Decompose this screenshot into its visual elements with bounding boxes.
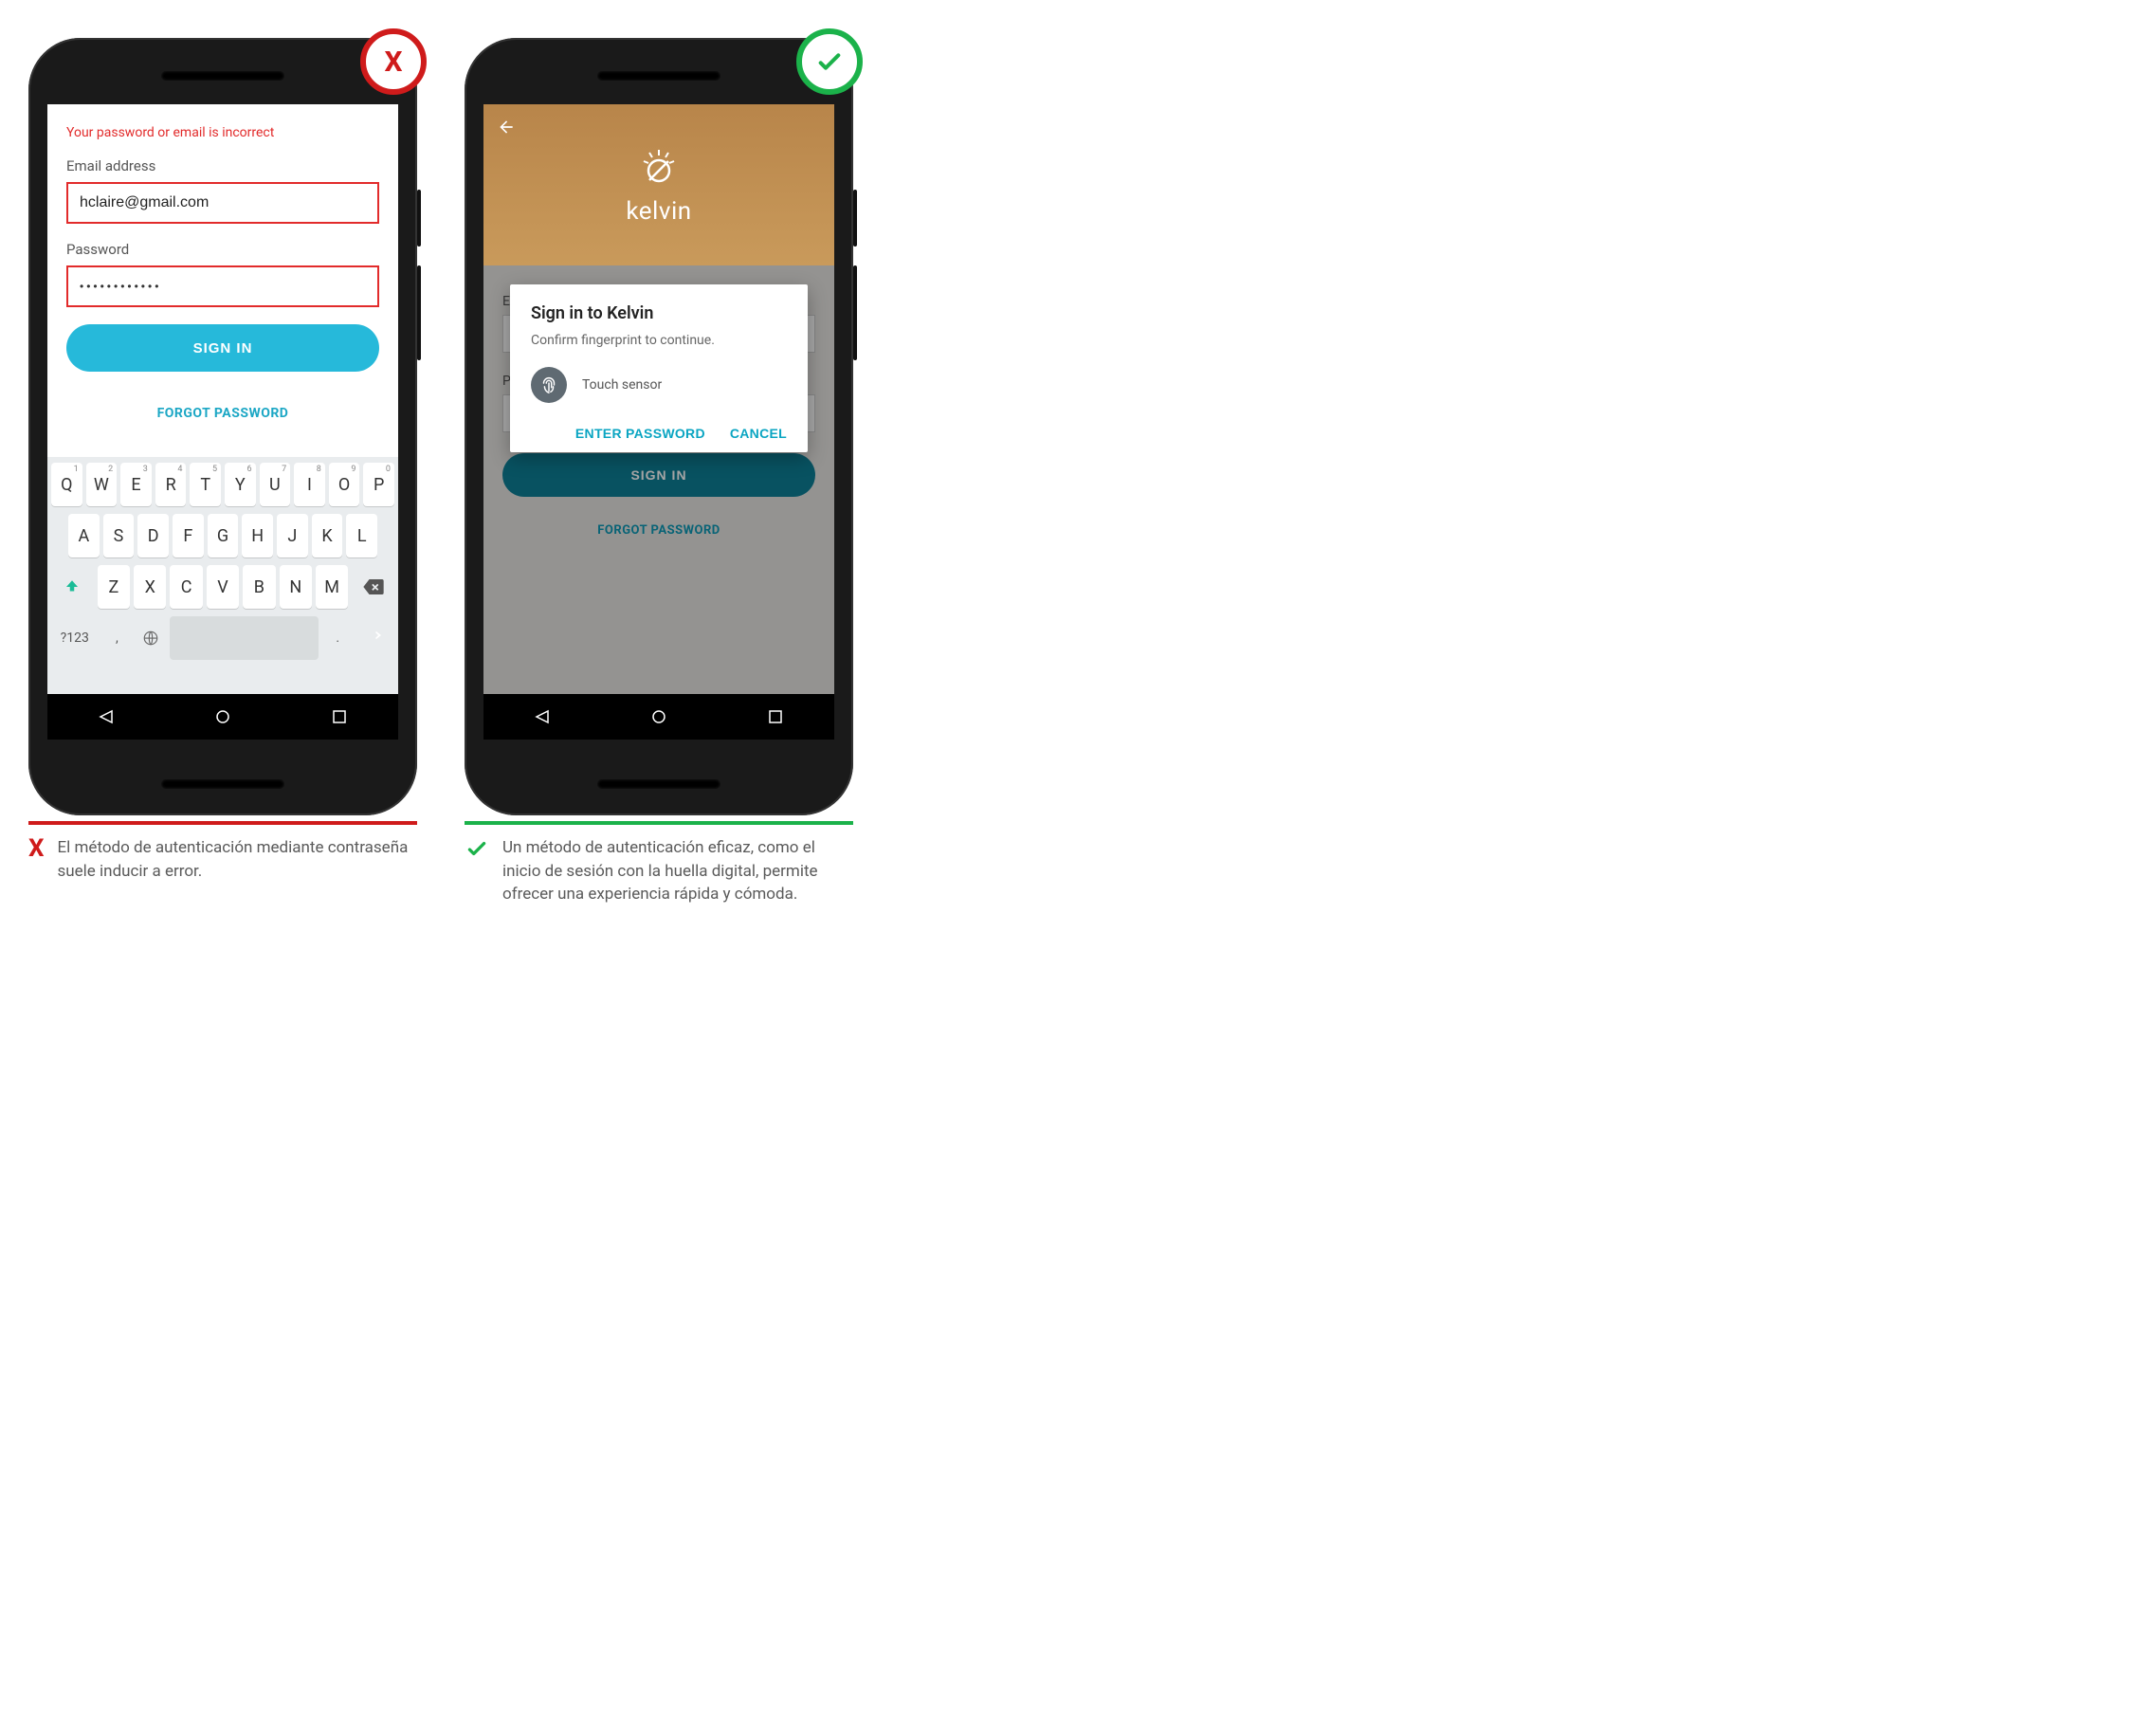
nav-recent-icon[interactable] [768, 709, 783, 724]
key-comma[interactable]: , [102, 616, 133, 660]
key-k[interactable]: K [312, 514, 343, 557]
key-c[interactable]: C [170, 565, 202, 609]
key-f[interactable]: F [173, 514, 204, 557]
do-badge-icon [796, 28, 863, 95]
caption-dont: X El método de autenticación mediante co… [28, 836, 417, 883]
password-field[interactable] [66, 265, 379, 307]
dialog-subtitle: Confirm fingerprint to continue. [531, 333, 787, 348]
key-y[interactable]: Y6 [225, 463, 256, 506]
key-a[interactable]: A [68, 514, 100, 557]
soft-keyboard[interactable]: Q1 W2 E3 R4 T5 Y6 U7 I8 O9 P0 A S D F G [47, 457, 398, 694]
key-u[interactable]: U7 [260, 463, 291, 506]
brand-name: kelvin [626, 197, 691, 226]
key-symbols[interactable]: ?123 [51, 616, 99, 660]
key-j[interactable]: J [277, 514, 308, 557]
phone-side-button [853, 265, 857, 360]
screen-fingerprint: kelvin Email address Password SIGN IN FO… [483, 104, 834, 740]
key-backspace-icon[interactable] [352, 565, 394, 609]
key-n[interactable]: N [280, 565, 312, 609]
nav-back-icon[interactable] [99, 709, 114, 724]
key-enter-icon[interactable] [356, 616, 394, 654]
key-h[interactable]: H [242, 514, 273, 557]
email-label: Email address [66, 157, 379, 174]
check-icon [465, 836, 489, 866]
phone-speaker-icon [597, 779, 720, 789]
dialog-title: Sign in to Kelvin [531, 303, 787, 323]
dont-badge-icon: X [360, 28, 427, 95]
back-arrow-icon[interactable] [497, 118, 516, 141]
signin-button[interactable]: SIGN IN [66, 324, 379, 372]
caption-do: Un método de autenticación eficaz, como … [465, 836, 853, 906]
example-dont: X Your password or email is incorrect Em… [28, 38, 417, 883]
enter-password-button[interactable]: ENTER PASSWORD [575, 426, 705, 441]
key-spacebar[interactable] [170, 616, 319, 660]
key-shift-icon[interactable] [51, 565, 94, 609]
email-field[interactable] [66, 182, 379, 224]
touch-sensor-label: Touch sensor [582, 377, 662, 393]
key-d[interactable]: D [137, 514, 169, 557]
key-v[interactable]: V [207, 565, 239, 609]
error-message: Your password or email is incorrect [66, 125, 379, 140]
fingerprint-icon[interactable] [531, 367, 567, 403]
key-globe-icon[interactable] [136, 616, 166, 660]
key-x[interactable]: X [134, 565, 166, 609]
forgot-password-link[interactable]: FORGOT PASSWORD [66, 406, 379, 421]
phone-side-button [417, 190, 421, 247]
key-r[interactable]: R4 [155, 463, 187, 506]
phone-speaker-icon [161, 779, 284, 789]
phone-side-button [853, 190, 857, 247]
key-b[interactable]: B [243, 565, 275, 609]
phone-speaker-icon [597, 71, 720, 81]
screen-login-error: Your password or email is incorrect Emai… [47, 104, 398, 740]
key-m[interactable]: M [316, 565, 348, 609]
key-p[interactable]: P0 [363, 463, 394, 506]
phone-frame-left: Your password or email is incorrect Emai… [28, 38, 417, 815]
phone-speaker-icon [161, 71, 284, 81]
key-q[interactable]: Q1 [51, 463, 82, 506]
android-navbar [47, 694, 398, 740]
phone-side-button [417, 265, 421, 360]
key-i[interactable]: I8 [294, 463, 325, 506]
app-hero: kelvin [483, 104, 834, 265]
example-do: kelvin Email address Password SIGN IN FO… [465, 38, 853, 906]
nav-home-icon[interactable] [651, 709, 666, 724]
key-o[interactable]: O9 [329, 463, 360, 506]
nav-recent-icon[interactable] [332, 709, 347, 724]
key-w[interactable]: W2 [86, 463, 118, 506]
phone-frame-right: kelvin Email address Password SIGN IN FO… [465, 38, 853, 815]
caption-text: El método de autenticación mediante cont… [58, 836, 417, 883]
nav-home-icon[interactable] [215, 709, 230, 724]
caption-divider [28, 821, 417, 825]
password-label: Password [66, 241, 379, 258]
key-period[interactable]: . [322, 616, 353, 660]
cancel-button[interactable]: CANCEL [730, 426, 787, 441]
key-s[interactable]: S [103, 514, 135, 557]
caption-text: Un método de autenticación eficaz, como … [502, 836, 853, 906]
brand-logo-icon [636, 144, 682, 193]
key-e[interactable]: E3 [120, 463, 152, 506]
key-l[interactable]: L [346, 514, 377, 557]
nav-back-icon[interactable] [535, 709, 550, 724]
key-z[interactable]: Z [98, 565, 130, 609]
x-icon: X [28, 836, 45, 861]
key-t[interactable]: T5 [190, 463, 221, 506]
key-g[interactable]: G [208, 514, 239, 557]
caption-divider [465, 821, 853, 825]
fingerprint-dialog: Sign in to Kelvin Confirm fingerprint to… [510, 284, 808, 452]
android-navbar [483, 694, 834, 740]
